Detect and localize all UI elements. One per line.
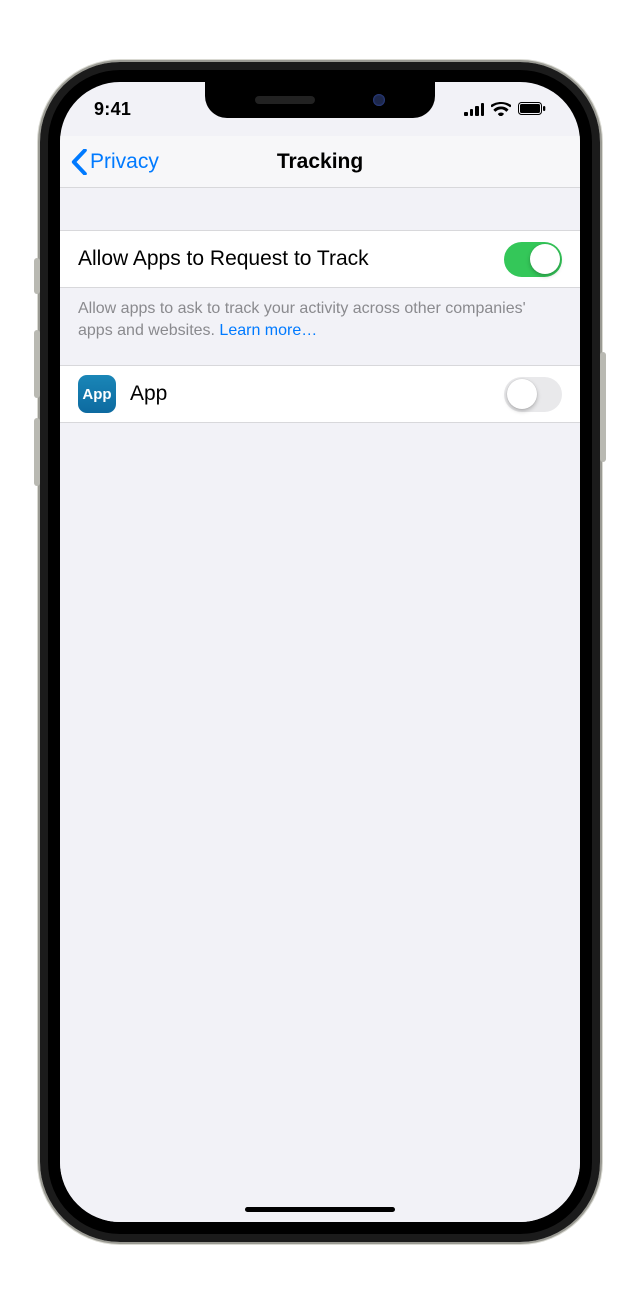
mute-switch [34,258,40,294]
power-button [600,352,606,462]
allow-apps-request-label: Allow Apps to Request to Track [78,247,504,271]
volume-down [34,418,40,486]
content: Allow Apps to Request to Track Allow app… [60,188,580,1222]
allow-apps-request-toggle[interactable] [504,242,562,277]
phone-frame: 9:41 [40,62,600,1242]
page-title: Tracking [277,150,363,174]
home-indicator[interactable] [245,1207,395,1212]
app-icon: App [78,375,116,413]
wifi-icon [491,102,511,116]
front-camera [373,94,385,106]
screen: 9:41 [60,82,580,1222]
battery-icon [518,102,546,116]
app-tracking-row: App App [60,365,580,423]
status-time: 9:41 [94,99,131,120]
app-icon-label: App [82,386,111,403]
chevron-left-icon [70,149,88,175]
cellular-icon [464,103,484,116]
back-button[interactable]: Privacy [70,149,277,175]
allow-apps-request-row: Allow Apps to Request to Track [60,230,580,288]
notch [205,82,435,118]
app-name-label: App [130,382,504,406]
volume-up [34,330,40,398]
navigation-bar: Privacy Tracking [60,136,580,188]
speaker-grille [255,96,315,104]
app-tracking-toggle[interactable] [504,377,562,412]
learn-more-link[interactable]: Learn more… [219,322,317,339]
back-label: Privacy [90,150,159,174]
allow-apps-request-footer: Allow apps to ask to track your activity… [60,288,580,341]
